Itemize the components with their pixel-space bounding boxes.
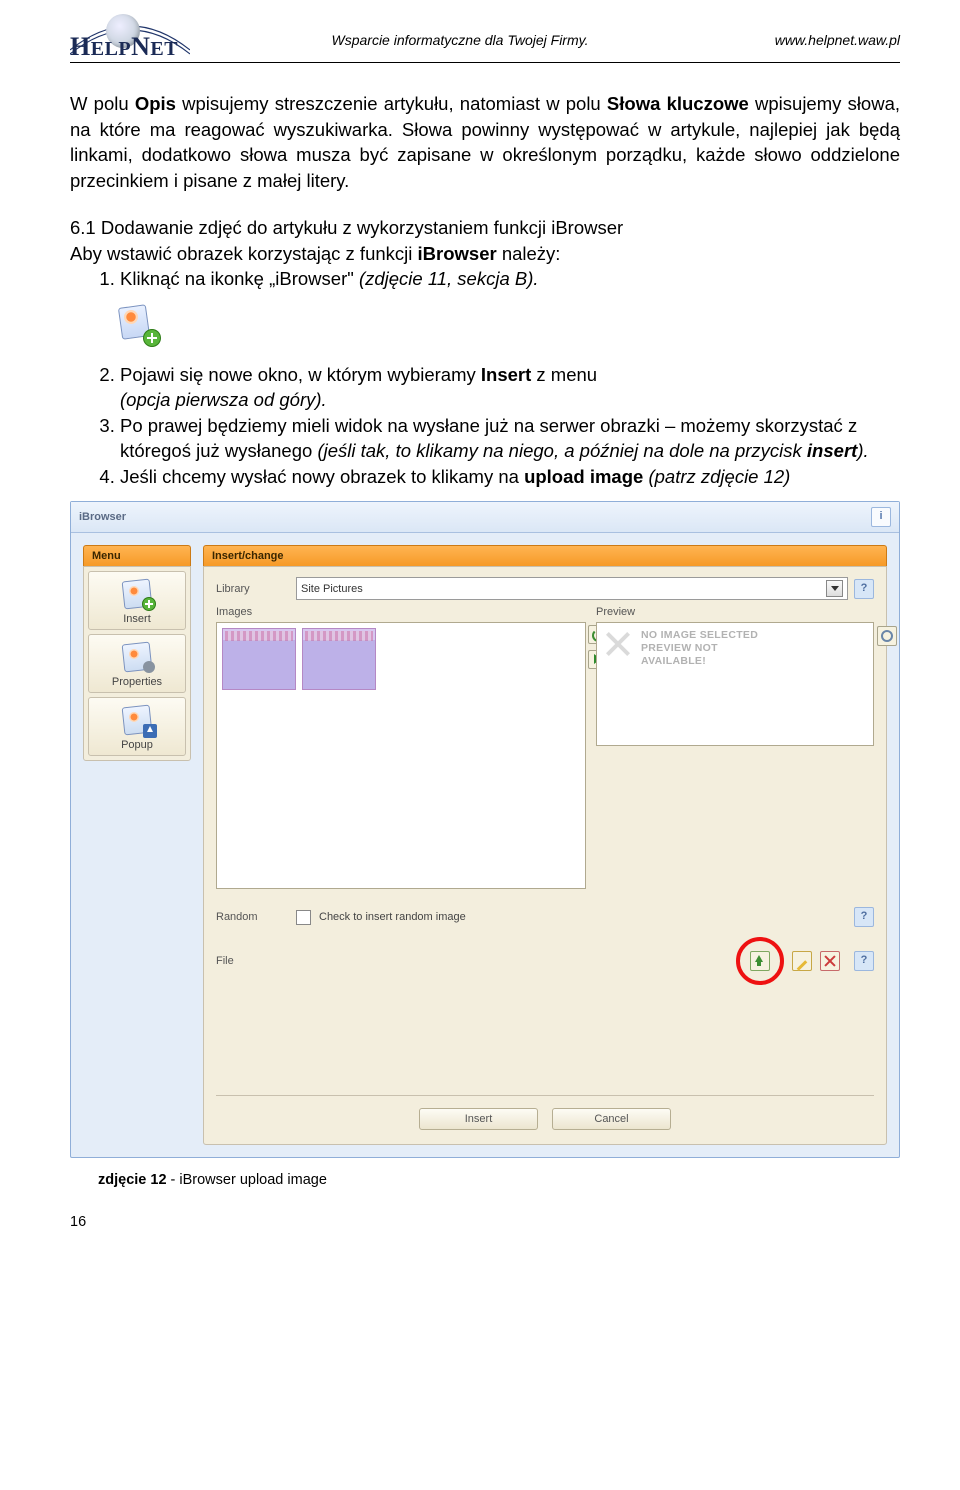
preview-label: Preview <box>596 606 676 618</box>
popup-menu-icon <box>119 704 155 736</box>
menu-header: Menu <box>83 545 191 566</box>
library-label: Library <box>216 583 296 595</box>
paragraph-1: W polu Opis wpisujemy streszczenie artyk… <box>70 91 900 193</box>
delete-icon[interactable] <box>820 951 840 971</box>
images-listbox[interactable] <box>216 622 586 889</box>
step-2: Pojawi się nowe okno, w którym wybieramy… <box>120 362 900 413</box>
library-select[interactable]: Site Pictures <box>296 577 848 600</box>
edit-icon[interactable] <box>792 951 812 971</box>
menu-item-insert[interactable]: Insert <box>88 571 186 630</box>
ibrowser-main-panel: Insert/change Library Site Pictures ? Im… <box>203 545 887 1145</box>
no-image-icon <box>603 629 633 659</box>
ibrowser-title: iBrowser <box>79 511 126 523</box>
site-url: www.helpnet.waw.pl <box>730 32 900 48</box>
info-icon[interactable]: i <box>871 507 891 527</box>
image-thumbnail[interactable] <box>222 628 296 690</box>
properties-menu-icon <box>119 641 155 673</box>
random-text: Check to insert random image <box>319 911 466 923</box>
ibrowser-icon <box>118 304 158 344</box>
upload-image-icon[interactable] <box>750 951 770 971</box>
help-icon[interactable]: ? <box>854 951 874 971</box>
preview-placeholder-text: NO IMAGE SELECTED PREVIEW NOT AVAILABLE! <box>641 629 758 668</box>
figure-caption-12: zdjęcie 12 - iBrowser upload image <box>98 1172 900 1188</box>
ibrowser-titlebar: iBrowser i <box>71 502 899 533</box>
steps-list-1: Kliknąć na ikonkę „iBrowser" (zdjęcie 11… <box>70 266 900 292</box>
cancel-button[interactable]: Cancel <box>552 1108 671 1130</box>
help-icon[interactable]: ? <box>854 579 874 599</box>
random-label: Random <box>216 911 296 923</box>
upload-highlight-circle <box>736 937 784 985</box>
section-6-1-intro: Aby wstawić obrazek korzystając z funkcj… <box>70 241 900 267</box>
file-label: File <box>216 955 296 967</box>
steps-list-2: Pojawi się nowe okno, w którym wybieramy… <box>70 362 900 490</box>
logo-text: HELPNET <box>70 32 178 62</box>
ibrowser-window: iBrowser i Menu Insert Properties <box>70 501 900 1158</box>
helpnet-logo: HELPNET <box>70 20 190 60</box>
images-label: Images <box>216 606 296 618</box>
panel-header: Insert/change <box>203 545 887 566</box>
menu-item-properties[interactable]: Properties <box>88 634 186 693</box>
image-thumbnail[interactable] <box>302 628 376 690</box>
help-icon[interactable]: ? <box>854 907 874 927</box>
random-checkbox[interactable] <box>296 910 311 925</box>
zoom-icon[interactable] <box>877 626 897 646</box>
insert-menu-icon <box>119 578 155 610</box>
step-3: Po prawej będziemy mieli widok na wysłan… <box>120 413 900 464</box>
section-6-1-title: 6.1 Dodawanie zdjęć do artykułu z wykorz… <box>70 215 900 241</box>
page-number: 16 <box>70 1214 900 1230</box>
step-4: Jeśli chcemy wysłać nowy obrazek to klik… <box>120 464 900 490</box>
chevron-down-icon <box>826 580 843 597</box>
ibrowser-menu-column: Menu Insert Properties Popup <box>83 545 191 1145</box>
page-header: HELPNET Wsparcie informatyczne dla Twoje… <box>70 20 900 63</box>
preview-box: NO IMAGE SELECTED PREVIEW NOT AVAILABLE! <box>596 622 874 746</box>
insert-button[interactable]: Insert <box>419 1108 538 1130</box>
step-1: Kliknąć na ikonkę „iBrowser" (zdjęcie 11… <box>120 266 900 292</box>
menu-item-popup[interactable]: Popup <box>88 697 186 756</box>
tagline: Wsparcie informatyczne dla Twojej Firmy. <box>190 32 730 48</box>
